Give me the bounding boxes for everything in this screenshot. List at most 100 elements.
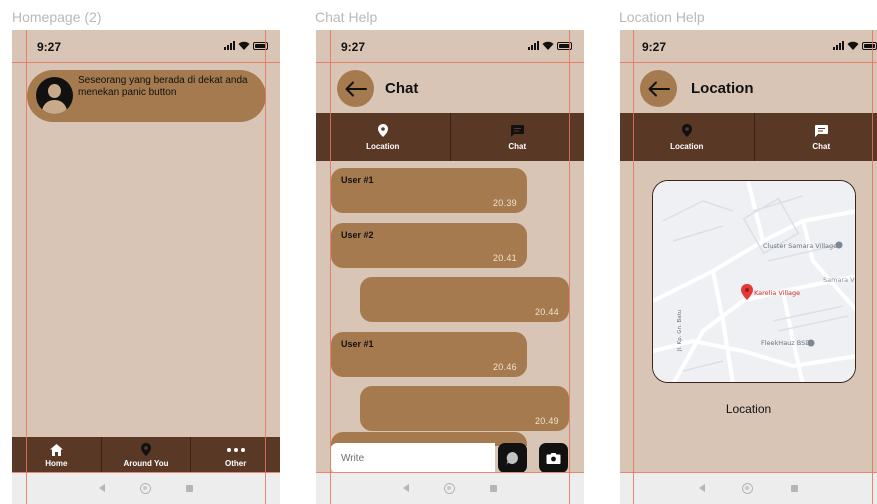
- system-nav-bar: [620, 472, 877, 504]
- message-time: 20.49: [534, 416, 559, 426]
- system-nav-bar: [12, 472, 280, 504]
- chat-screen: 9:27 Chat Location Chat User #1 20.39 Us…: [316, 30, 584, 504]
- layout-guide: [12, 472, 280, 473]
- arrow-left-icon: [648, 81, 670, 96]
- map-label-poi2: Samara Vil: [823, 276, 856, 284]
- system-home-icon[interactable]: [139, 482, 151, 494]
- more-dots-icon: [226, 443, 245, 457]
- system-nav-bar: [316, 472, 584, 504]
- status-time: 9:27: [37, 40, 62, 54]
- message-time: 20.46: [492, 362, 517, 372]
- panic-notification[interactable]: Seseorang yang berada di dekat anda mene…: [27, 70, 266, 122]
- camera-icon: [546, 453, 561, 464]
- chat-message: User #1 20.39: [331, 168, 527, 213]
- signal-icon: [833, 41, 844, 50]
- layout-guide: [633, 30, 634, 504]
- tab-location[interactable]: Location: [620, 113, 754, 161]
- camera-button[interactable]: [539, 443, 568, 473]
- status-time: 9:27: [341, 40, 366, 54]
- layout-guide: [330, 30, 331, 504]
- system-recents-icon[interactable]: [791, 484, 799, 492]
- wifi-icon: [542, 41, 554, 50]
- tab-chat-label: Chat: [812, 141, 831, 151]
- layout-guide: [872, 30, 873, 504]
- map-label-poi1: Cluster Samara Village: [763, 242, 837, 250]
- bottom-navigation: Home Around You Other: [12, 437, 280, 473]
- layout-guide: [12, 62, 280, 63]
- tab-chat[interactable]: Chat: [753, 113, 877, 161]
- chat-message-own: 20.49: [360, 386, 569, 431]
- system-recents-icon[interactable]: [489, 484, 497, 492]
- location-screen: 9:27 Location Location Chat Cluster Sama…: [620, 30, 877, 504]
- tab-chat-label: Chat: [508, 141, 527, 151]
- frame-title-location: Location Help: [619, 9, 705, 25]
- chat-message: User #1 20.46: [331, 332, 527, 377]
- design-canvas: Homepage (2) Chat Help Location Help 9:2…: [0, 0, 877, 504]
- send-button[interactable]: [498, 443, 527, 473]
- chat-icon: [814, 124, 828, 138]
- layout-guide: [620, 472, 877, 473]
- location-header: Location: [620, 66, 877, 112]
- nav-around-you[interactable]: Around You: [100, 437, 191, 473]
- layout-guide: [569, 30, 570, 504]
- system-recents-icon[interactable]: [185, 484, 193, 492]
- avatar: [36, 77, 73, 114]
- nav-other-label: Other: [225, 458, 247, 468]
- help-tabs: Location Chat: [620, 113, 877, 161]
- message-time: 20.41: [492, 253, 517, 263]
- layout-guide: [316, 472, 584, 473]
- tab-chat[interactable]: Chat: [449, 113, 585, 161]
- location-caption: Location: [725, 402, 772, 416]
- homepage-screen: 9:27 Seseorang yang berada di dekat anda…: [12, 30, 280, 504]
- message-sender: User #1: [341, 175, 374, 185]
- nav-home-label: Home: [45, 458, 68, 468]
- frame-title-homepage: Homepage (2): [12, 9, 102, 25]
- location-pin-icon: [141, 443, 151, 457]
- message-time: 20.39: [492, 198, 517, 208]
- page-title: Location: [691, 80, 754, 97]
- system-back-icon[interactable]: [403, 484, 410, 492]
- system-home-icon[interactable]: [742, 482, 754, 494]
- status-time: 9:27: [642, 40, 667, 54]
- system-home-icon[interactable]: [443, 482, 455, 494]
- tab-location-label: Location: [670, 141, 704, 151]
- system-back-icon[interactable]: [698, 484, 705, 492]
- map-label-street: Jl. Kp. Gn. Batu: [677, 310, 683, 352]
- layout-guide: [620, 62, 877, 63]
- help-tabs: Location Chat: [316, 113, 584, 161]
- back-button[interactable]: [337, 70, 374, 107]
- message-time: 20.44: [534, 307, 559, 317]
- status-bar: 9:27: [620, 30, 877, 62]
- home-icon: [49, 443, 63, 457]
- map-label-marker: Karelia Village: [754, 289, 800, 297]
- tab-location[interactable]: Location: [316, 113, 450, 161]
- chat-header: Chat: [316, 66, 584, 112]
- location-pin-icon: [377, 124, 388, 138]
- map-label-poi3: FleekHauz BSD: [761, 339, 810, 347]
- chat-bubble-icon: [506, 451, 518, 465]
- location-map[interactable]: Cluster Samara Village Samara Vil Kareli…: [652, 180, 856, 383]
- signal-icon: [224, 41, 235, 50]
- wifi-icon: [238, 41, 250, 50]
- message-input[interactable]: [331, 443, 495, 473]
- back-button[interactable]: [640, 70, 677, 107]
- chat-icon: [510, 124, 524, 138]
- wifi-icon: [847, 41, 859, 50]
- page-title: Chat: [385, 80, 419, 97]
- status-bar: 9:27: [316, 30, 584, 62]
- signal-icon: [528, 41, 539, 50]
- chat-message: User #2 20.41: [331, 223, 527, 268]
- battery-icon: [862, 42, 877, 50]
- arrow-left-icon: [345, 81, 367, 96]
- system-back-icon[interactable]: [99, 484, 106, 492]
- chat-message-own: 20.44: [360, 277, 569, 322]
- message-sender: User #2: [341, 230, 374, 240]
- nav-other[interactable]: Other: [190, 437, 280, 473]
- frame-title-chat: Chat Help: [315, 9, 378, 25]
- notification-message: Seseorang yang berada di dekat anda mene…: [78, 75, 248, 98]
- tab-location-label: Location: [366, 141, 400, 151]
- layout-guide: [26, 30, 27, 504]
- layout-guide: [316, 62, 584, 63]
- status-bar: 9:27: [12, 30, 280, 62]
- layout-guide: [265, 30, 266, 504]
